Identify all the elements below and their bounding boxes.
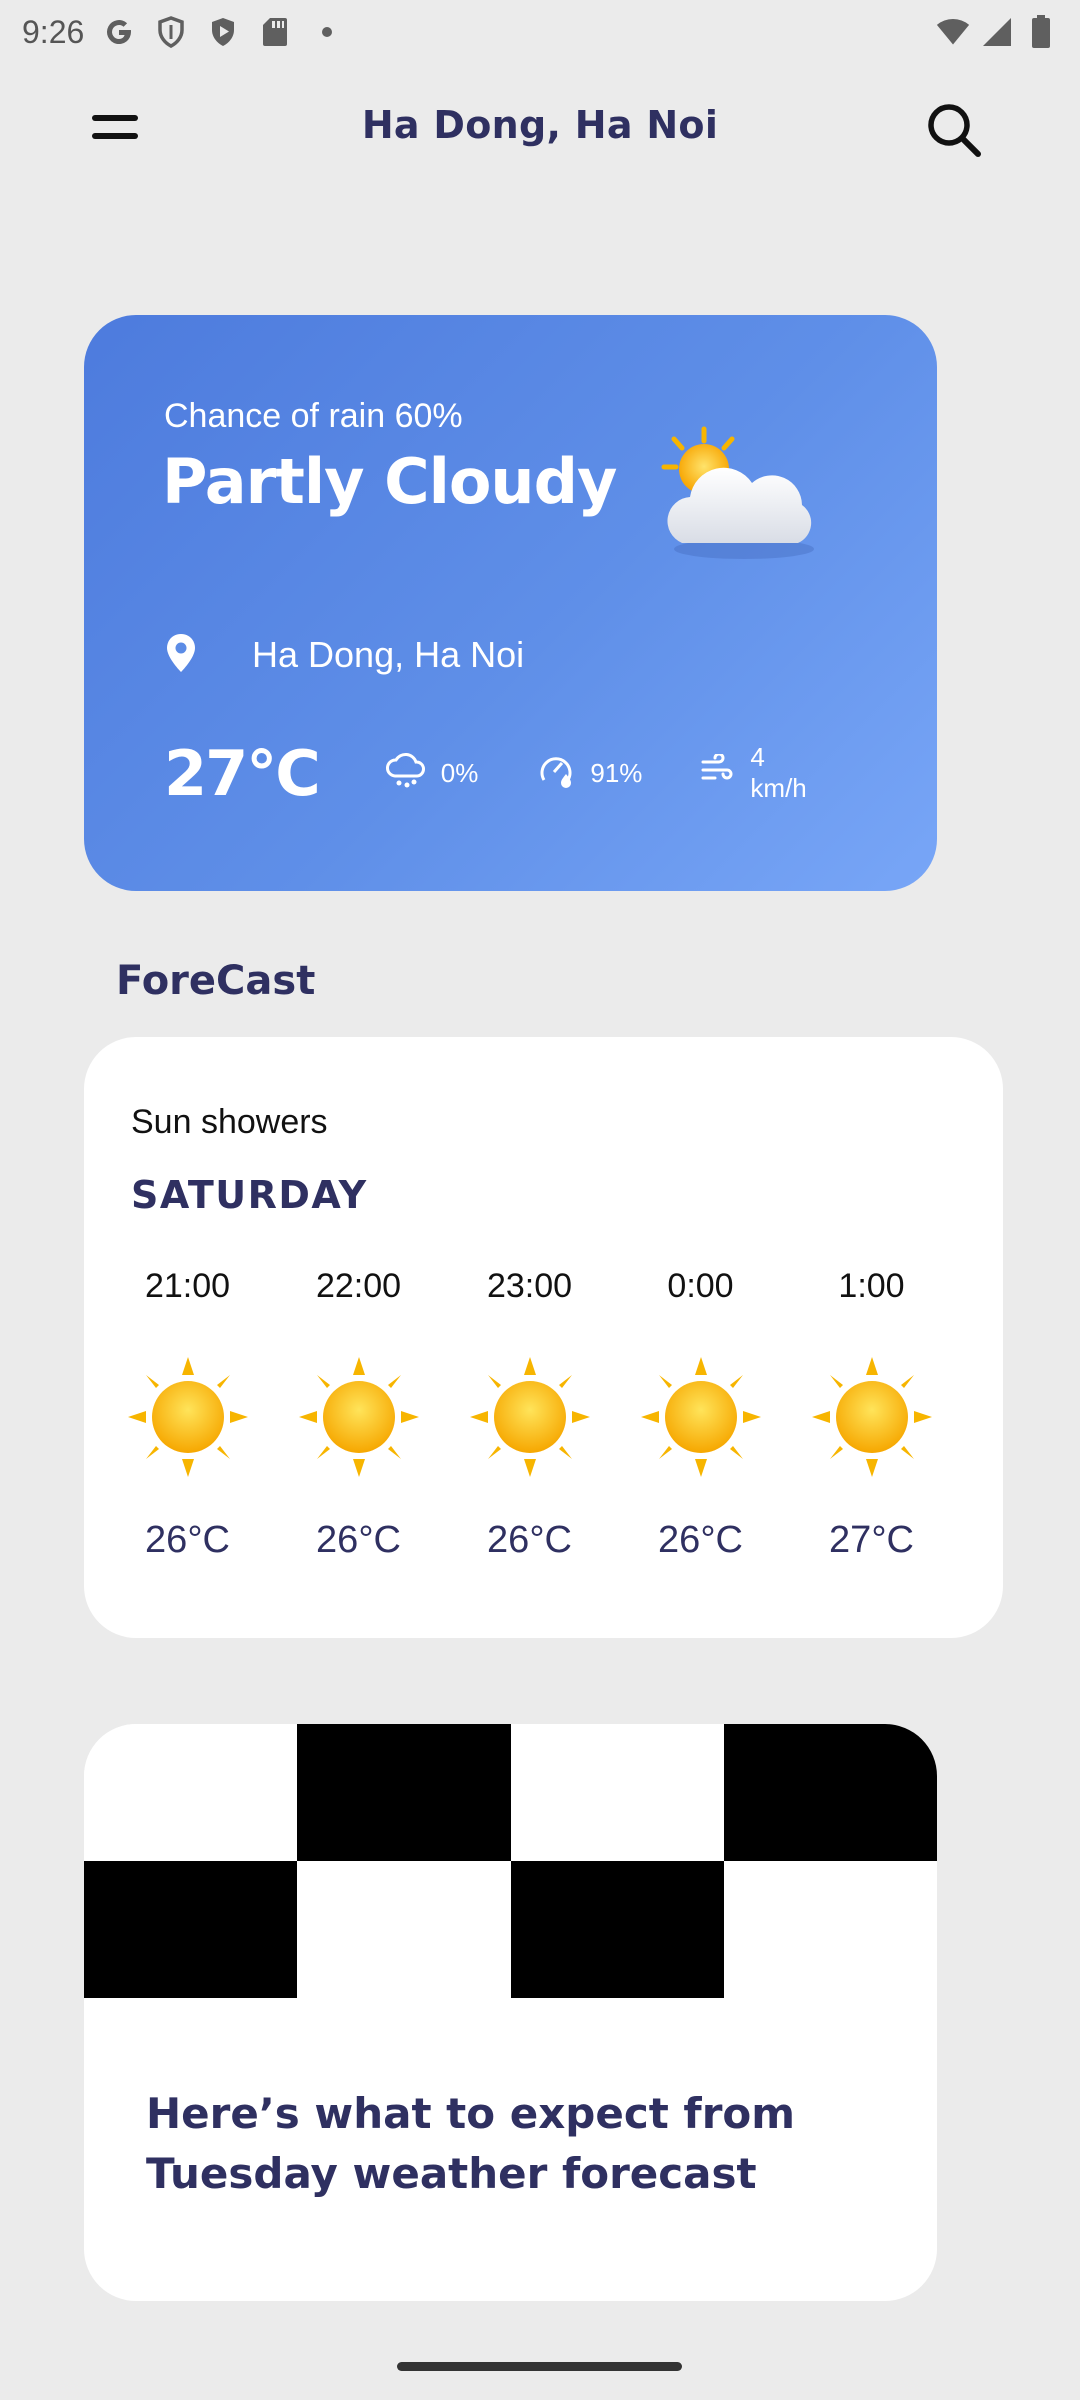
wind-value: 4 km/h (750, 742, 807, 803)
current-temperature: 27°C (164, 736, 321, 810)
battery-icon (1024, 15, 1058, 49)
forecast-summary: Sun showers (131, 1103, 328, 1141)
status-right (936, 15, 1058, 49)
hour-temp: 26°C (145, 1519, 230, 1561)
location-label: Ha Dong, Ha Noi (252, 634, 525, 675)
hourly-item: 1:00 27°C (786, 1267, 957, 1562)
hourly-item: 0:00 26°C (615, 1267, 786, 1562)
hour-temp: 27°C (829, 1519, 914, 1561)
location-row: Ha Dong, Ha Noi (166, 633, 524, 677)
hour-time: 23:00 (486, 1267, 573, 1305)
status-time: 9:26 (22, 13, 85, 50)
hour-temp: 26°C (658, 1519, 743, 1561)
hourly-item: 22:00 26°C (273, 1267, 444, 1562)
wind-icon (700, 752, 736, 793)
status-left: 9:26 (22, 14, 344, 51)
news-image-placeholder (84, 1724, 937, 1998)
forecast-card[interactable]: Sun showers SATURDAY 21:00 26°C 22:00 26… (84, 1037, 1003, 1638)
humidity-value: 91% (590, 757, 643, 788)
precipitation-stat: 0% (385, 752, 479, 795)
sun-icon (127, 1357, 248, 1477)
location-pin-icon (166, 633, 196, 677)
hourly-item: 23:00 26°C (444, 1267, 615, 1562)
hour-time: 0:00 (667, 1267, 734, 1305)
home-indicator[interactable] (397, 2362, 682, 2371)
sun-icon (811, 1357, 932, 1477)
weather-stats-row: 27°C 0% 91% 4 km/h (164, 733, 857, 813)
humidity-stat: 91% (536, 750, 642, 797)
hourly-forecast-list: 21:00 26°C 22:00 26°C 23:00 26°C 0:00 26… (102, 1267, 982, 1562)
sd-card-icon (258, 15, 292, 49)
humidity-gauge-icon (536, 750, 576, 797)
hamburger-menu-icon[interactable] (92, 102, 162, 152)
condition-label: Partly Cloudy (162, 445, 617, 518)
precipitation-value: 0% (440, 757, 479, 788)
google-g-icon (102, 15, 136, 49)
partly-cloudy-icon (644, 425, 824, 575)
sun-icon (469, 1357, 590, 1477)
forecast-day: SATURDAY (131, 1173, 368, 1217)
sun-icon (640, 1357, 761, 1477)
cloud-rain-icon (385, 752, 427, 795)
rain-chance-label: Chance of rain 60% (164, 397, 463, 435)
hour-temp: 26°C (487, 1519, 572, 1561)
wind-stat: 4 km/h (700, 742, 807, 804)
signal-icon (980, 15, 1014, 49)
status-bar: 9:26 (0, 0, 1080, 64)
sun-icon (298, 1357, 419, 1477)
current-weather-card[interactable]: Chance of rain 60% Partly Cloudy Ha Dong… (84, 315, 937, 891)
search-icon[interactable] (922, 98, 986, 162)
news-card[interactable]: Here’s what to expect from Tuesday weath… (84, 1724, 937, 2301)
app-bar: Ha Dong, Ha Noi (0, 80, 1080, 170)
forecast-section-title: ForeCast (116, 958, 316, 1004)
wifi-icon (936, 15, 970, 49)
hour-temp: 26°C (316, 1519, 401, 1561)
dot-icon (310, 15, 344, 49)
hour-time: 21:00 (144, 1267, 231, 1305)
hour-time: 22:00 (315, 1267, 402, 1305)
news-title: Here’s what to expect from Tuesday weath… (146, 2089, 796, 2198)
page-title: Ha Dong, Ha Noi (361, 103, 719, 147)
play-shield-icon (206, 15, 240, 49)
hour-time: 1:00 (838, 1267, 905, 1305)
shield-icon (154, 15, 188, 49)
hourly-item: 21:00 26°C (102, 1267, 273, 1562)
